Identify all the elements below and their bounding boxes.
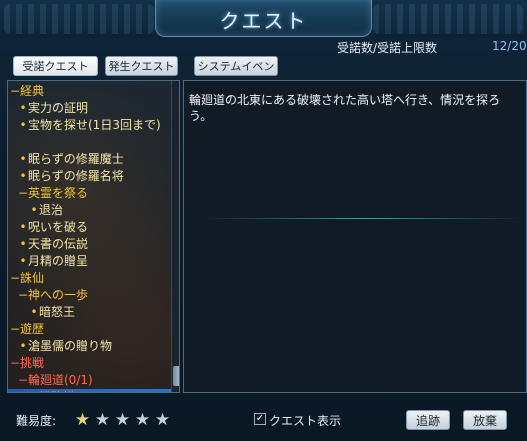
quest-list-item[interactable]: •実力の証明 bbox=[8, 100, 178, 117]
bullet-icon[interactable]: • bbox=[18, 338, 28, 355]
quest-category[interactable]: −誅仙 bbox=[8, 270, 170, 287]
quest-label: 宝物を探せ(1日3回まで) bbox=[28, 118, 161, 132]
quest-list-item[interactable]: −輪廻道(0/1) bbox=[8, 372, 178, 389]
quest-label: 神への一歩 bbox=[28, 288, 89, 302]
quest-label: 退治 bbox=[39, 203, 64, 217]
quest-label: 眠らずの修羅名将 bbox=[28, 169, 124, 183]
quest-window: クエスト 受諾数/受諾上限数 12/20 受諾クエスト 発生クエスト システムイ… bbox=[0, 0, 527, 441]
bullet-icon[interactable]: • bbox=[18, 236, 28, 253]
quest-label: 挑戦 bbox=[20, 356, 45, 370]
quest-list-item[interactable]: •呪いを破る bbox=[8, 219, 178, 236]
quest-list-item[interactable]: •眠らずの修羅魔士 bbox=[8, 151, 178, 168]
bullet-icon[interactable]: • bbox=[18, 253, 28, 270]
bullet-icon[interactable]: • bbox=[29, 304, 39, 321]
show-quest-checkbox[interactable]: ✓ bbox=[254, 413, 266, 425]
quest-list-item[interactable]: •粉砕塔 bbox=[8, 389, 179, 392]
show-quest-label[interactable]: クエスト表示 bbox=[269, 412, 341, 429]
quest-description-panel: 輪廻道の北東にある破壊された高い塔へ行き、情況を探ろう。 bbox=[183, 80, 527, 393]
accept-count-value: 12/20 bbox=[492, 39, 527, 53]
star-icon: ★ bbox=[94, 410, 111, 430]
quest-list-item[interactable]: •天書の伝説 bbox=[8, 236, 178, 253]
bullet-icon[interactable]: • bbox=[29, 202, 39, 219]
track-button[interactable]: 追跡 bbox=[406, 410, 450, 430]
star-icon: ★ bbox=[114, 410, 131, 430]
quest-label: 遊歴 bbox=[20, 322, 45, 336]
quest-category[interactable]: −遊歴 bbox=[8, 321, 170, 338]
title-plate: クエスト bbox=[155, 0, 372, 37]
bullet-icon[interactable]: • bbox=[18, 100, 28, 117]
collapse-icon[interactable]: − bbox=[10, 270, 20, 287]
collapse-icon[interactable]: − bbox=[18, 287, 28, 304]
quest-category[interactable]: −経典 bbox=[8, 83, 170, 100]
abandon-button[interactable]: 放棄 bbox=[463, 410, 507, 430]
collapse-icon[interactable]: − bbox=[10, 355, 20, 372]
quest-label: 粉砕塔 bbox=[39, 390, 75, 392]
difficulty-stars: ★ ★ ★ ★ ★ bbox=[74, 410, 174, 429]
quest-list-item[interactable]: •滄墨儒の贈り物 bbox=[8, 338, 178, 355]
collapse-icon[interactable]: − bbox=[10, 83, 20, 100]
tab-accepted-quests[interactable]: 受諾クエスト bbox=[13, 56, 98, 76]
bullet-icon[interactable]: • bbox=[18, 168, 28, 185]
quest-label: 天書の伝説 bbox=[28, 237, 89, 251]
star-icon: ★ bbox=[134, 410, 151, 430]
footer-bar: 難易度: ★ ★ ★ ★ ★ ✓ クエスト表示 追跡 放棄 bbox=[0, 400, 527, 441]
difficulty-label: 難易度: bbox=[16, 414, 57, 428]
quest-label: 経典 bbox=[20, 84, 45, 98]
quest-label: 暗怒王 bbox=[39, 305, 76, 319]
quest-label: 月精の贈呈 bbox=[28, 254, 89, 268]
accept-count-label: 受諾数/受諾上限数 bbox=[337, 41, 438, 55]
bullet-icon[interactable]: • bbox=[18, 219, 28, 236]
title-ornament bbox=[4, 4, 154, 34]
quest-label: 誅仙 bbox=[20, 271, 45, 285]
bullet-icon[interactable]: • bbox=[18, 117, 28, 134]
star-icon: ★ bbox=[74, 410, 91, 430]
bullet-icon[interactable]: • bbox=[18, 151, 28, 168]
quest-label: 呪いを破る bbox=[28, 220, 89, 234]
scrollbar-thumb[interactable] bbox=[173, 366, 179, 386]
quest-label: 滄墨儒の贈り物 bbox=[28, 339, 113, 353]
quest-label: 輪廻道(0/1) bbox=[28, 373, 93, 387]
collapse-icon[interactable]: − bbox=[18, 372, 28, 389]
tab-system-events[interactable]: システムイベント bbox=[194, 56, 278, 93]
quest-category[interactable]: −挑戦 bbox=[8, 355, 170, 372]
quest-label: 英霊を祭る bbox=[28, 186, 89, 200]
quest-list-item[interactable]: •月精の贈呈 bbox=[8, 253, 178, 270]
quest-list: −経典 •実力の証明 •宝物を探せ(1日3回まで) •眠らずの修羅魔士 •眠らずの修羅名… bbox=[7, 80, 180, 393]
bullet-icon[interactable]: • bbox=[29, 389, 39, 392]
quest-description: 輪廻道の北東にある破壊された高い塔へ行き、情況を探ろう。 bbox=[189, 93, 501, 123]
quest-list-item[interactable]: •暗怒王 bbox=[8, 304, 179, 321]
collapse-icon[interactable]: − bbox=[18, 185, 28, 202]
star-icon: ★ bbox=[154, 410, 171, 430]
quest-list-scrollbar[interactable] bbox=[171, 81, 179, 392]
collapse-icon[interactable]: − bbox=[10, 321, 20, 338]
window-title: クエスト bbox=[219, 9, 308, 33]
title-bar[interactable]: クエスト bbox=[0, 0, 527, 38]
quest-list-item[interactable]: −英霊を祭る bbox=[8, 185, 178, 202]
title-ornament bbox=[373, 4, 523, 34]
quest-list-item[interactable]: •宝物を探せ(1日3回まで) bbox=[8, 117, 178, 134]
quest-label: 眠らずの修羅魔士 bbox=[28, 152, 124, 166]
tab-available-quests[interactable]: 発生クエスト bbox=[105, 56, 178, 76]
quest-list-item[interactable]: •眠らずの修羅名将 bbox=[8, 168, 178, 185]
quest-list-item[interactable]: •退治 bbox=[8, 202, 179, 219]
quest-list-item[interactable]: −神への一歩 bbox=[8, 287, 178, 304]
quest-label: 実力の証明 bbox=[28, 101, 89, 115]
